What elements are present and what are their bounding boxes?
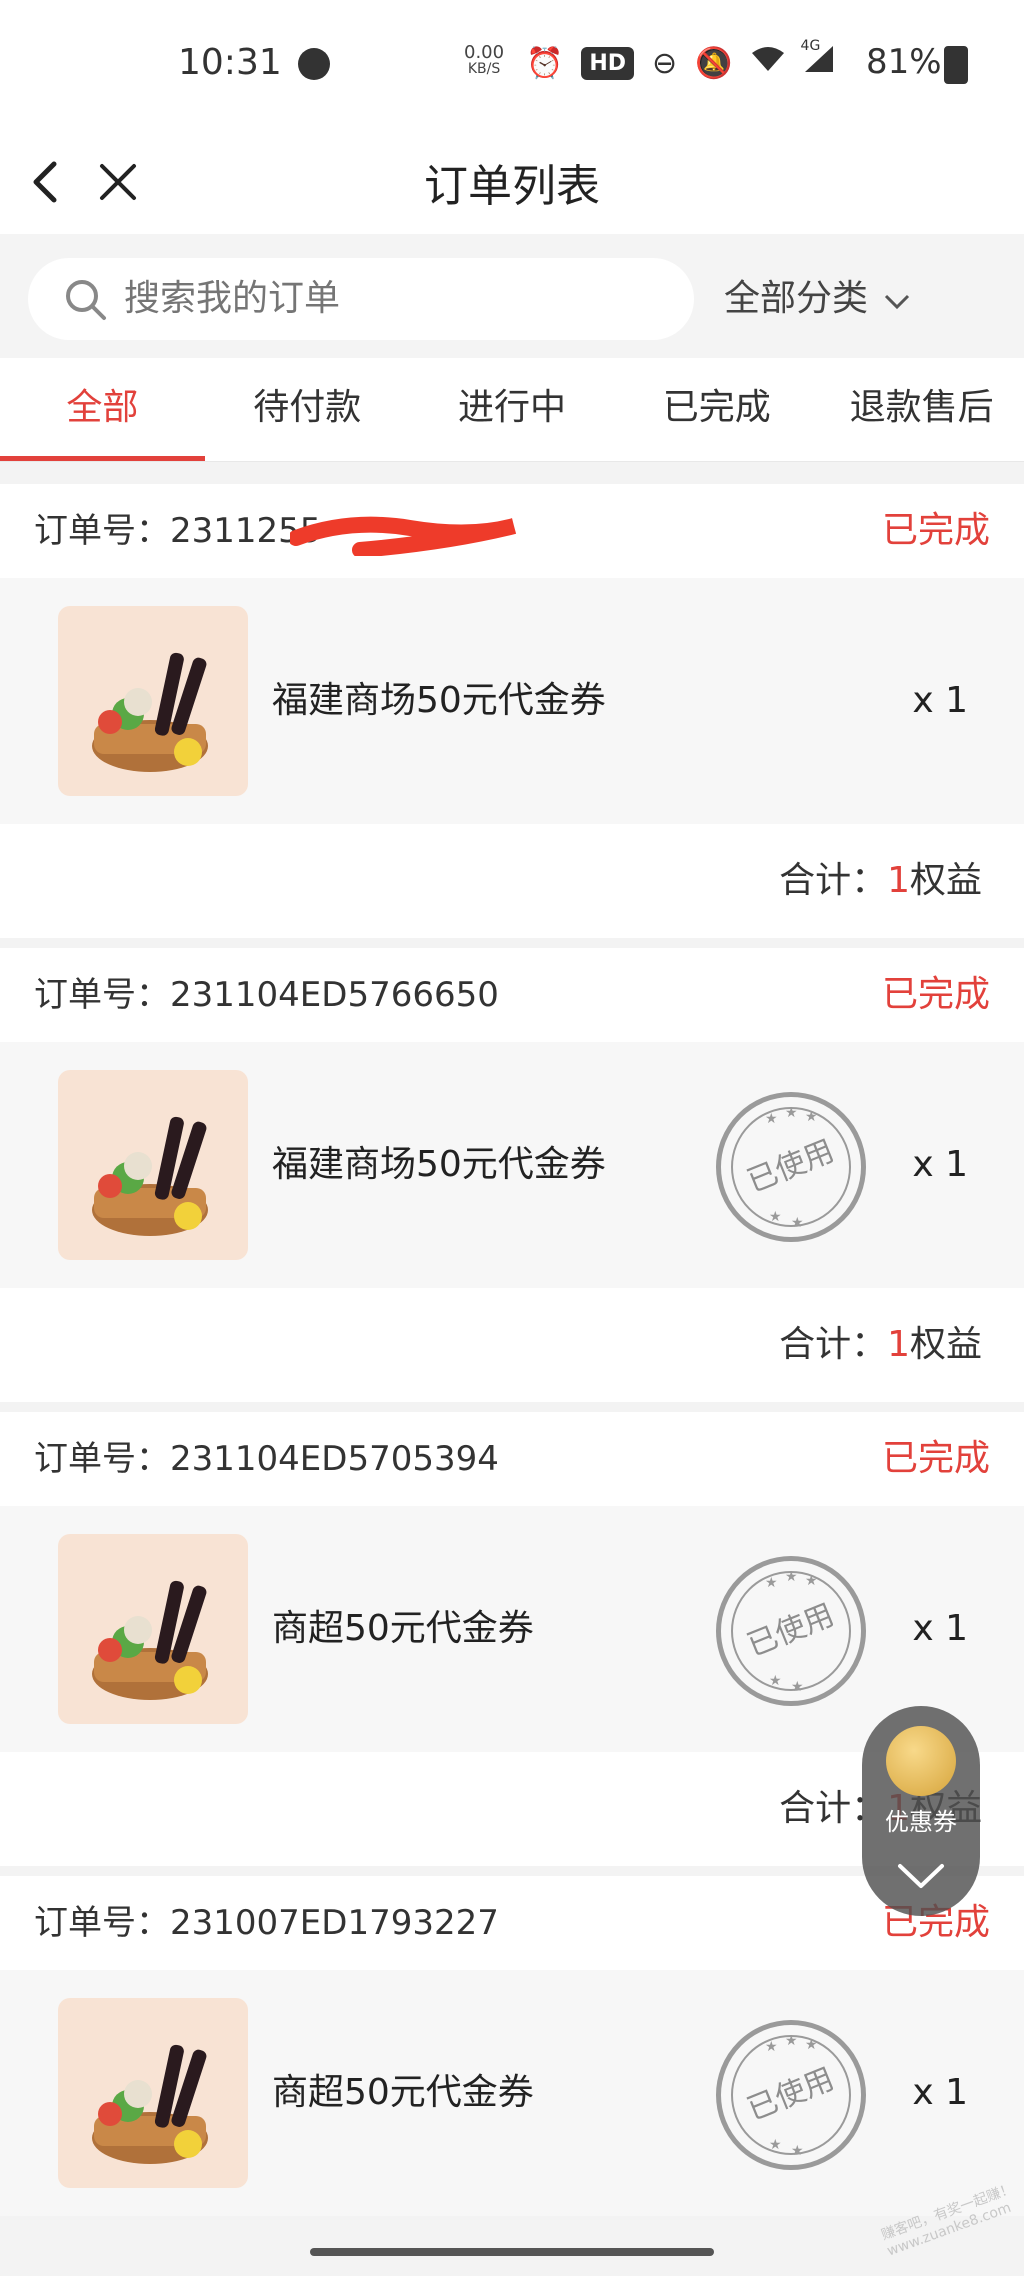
total-label: 合计：: [779, 860, 888, 901]
order-header: 订单号：2311255 已完成: [0, 484, 1024, 578]
hd-badge: HD: [581, 46, 635, 80]
category-label: 全部分类: [724, 278, 869, 319]
tab-all[interactable]: 全部: [0, 358, 205, 461]
chevron-down-float-icon[interactable]: [896, 1856, 946, 1896]
chevron-down-icon: [884, 260, 910, 342]
order-number-label: 订单号：: [34, 1903, 170, 1943]
search-icon: [66, 280, 106, 320]
battery-icon: [944, 46, 968, 84]
redaction-scribble: [290, 516, 517, 556]
status-time: 10:31: [178, 42, 282, 83]
order-card[interactable]: 订单号：231007ED1793227 已完成 商超50元代金券 ★ ★ ★ ★…: [0, 1876, 1024, 2216]
product-thumbnail: [58, 1070, 248, 1260]
net-speed-value: 0.00: [464, 42, 505, 63]
network-type: 4G: [800, 38, 821, 54]
total-number: 1: [887, 860, 910, 901]
alarm-icon: ⏰: [526, 45, 564, 81]
order-number: 订单号：2311255: [34, 484, 321, 578]
home-indicator[interactable]: [310, 2248, 714, 2256]
product-name: 商超50元代金券: [272, 1608, 534, 1649]
order-status: 已完成: [881, 1438, 990, 1479]
product-thumbnail: [58, 1534, 248, 1724]
signal-icon: 4G: [801, 38, 835, 82]
used-stamp: ★ ★ ★ ★ ★ 已使用: [716, 1556, 866, 1706]
total-number: 1: [887, 1324, 910, 1365]
used-stamp-text: 已使用: [742, 2061, 840, 2128]
status-icons: ⏰ HD ⊖ 🔕 4G: [526, 38, 835, 82]
nav-header: 订单列表: [0, 130, 1024, 234]
order-tabs: 全部 待付款 进行中 已完成 退款售后: [0, 358, 1024, 462]
used-stamp: ★ ★ ★ ★ ★ 已使用: [716, 1092, 866, 1242]
order-status: 已完成: [881, 510, 990, 551]
order-total: 合计：1权益: [779, 1288, 982, 1402]
order-card[interactable]: 订单号：231104ED5766650 已完成 福建商场50元代金券 ★ ★ ★…: [0, 948, 1024, 1402]
tab-in-progress[interactable]: 进行中: [410, 358, 615, 461]
order-footer: 合计：1权益: [0, 824, 1024, 938]
total-unit: 权益: [909, 860, 982, 901]
tab-refund[interactable]: 退款售后: [819, 358, 1024, 461]
product-name: 商超50元代金券: [272, 2072, 534, 2113]
order-number-label: 订单号：: [34, 975, 170, 1015]
total-unit: 权益: [909, 1324, 982, 1365]
net-speed-unit: KB/S: [467, 61, 501, 77]
coupon-coin-icon: [886, 1726, 956, 1796]
net-speed: 0.00 KB/S: [464, 44, 504, 78]
product-thumbnail: [58, 606, 248, 796]
order-item[interactable]: 商超50元代金券 ★ ★ ★ ★ ★ 已使用 x 1: [0, 1970, 1024, 2216]
order-status: 已完成: [881, 974, 990, 1015]
category-dropdown[interactable]: 全部分类: [724, 258, 910, 340]
order-number-label: 订单号：: [34, 511, 170, 551]
order-number-value: 231104ED5766650: [170, 975, 499, 1015]
search-input[interactable]: [124, 258, 664, 340]
product-quantity: x 1: [912, 680, 968, 721]
order-footer: 合计：1权益: [0, 1288, 1024, 1402]
order-header: 订单号：231104ED5766650 已完成: [0, 948, 1024, 1042]
search-row: 全部分类: [0, 234, 1024, 358]
product-name: 福建商场50元代金券: [272, 680, 606, 721]
order-number: 订单号：231104ED5766650: [34, 948, 499, 1042]
order-number-value: 231104ED5705394: [170, 1439, 499, 1479]
product-name: 福建商场50元代金券: [272, 1144, 606, 1185]
order-item[interactable]: 商超50元代金券 ★ ★ ★ ★ ★ 已使用 x 1: [0, 1506, 1024, 1752]
coupon-float-widget[interactable]: 优惠券: [862, 1706, 980, 1916]
total-label: 合计：: [779, 1324, 888, 1365]
tab-completed[interactable]: 已完成: [614, 358, 819, 461]
bell-off-icon: 🔕: [695, 45, 733, 81]
order-number-value: 231007ED1793227: [170, 1903, 499, 1943]
battery-percent: 81%: [866, 42, 942, 82]
order-item[interactable]: 福建商场50元代金券 ★ ★ ★ ★ ★ 已使用 x 1: [0, 1042, 1024, 1288]
wifi-icon: [751, 45, 785, 81]
used-stamp-text: 已使用: [742, 1133, 840, 1200]
used-stamp: ★ ★ ★ ★ ★ 已使用: [716, 2020, 866, 2170]
product-quantity: x 1: [912, 2072, 968, 2113]
product-quantity: x 1: [912, 1144, 968, 1185]
order-header: 订单号：231104ED5705394 已完成: [0, 1412, 1024, 1506]
order-number-label: 订单号：: [34, 1439, 170, 1479]
order-number: 订单号：231007ED1793227: [34, 1876, 499, 1970]
used-stamp-text: 已使用: [742, 1597, 840, 1664]
do-not-disturb-icon: ⊖: [652, 45, 678, 81]
order-card[interactable]: 订单号：2311255 已完成 福建商场50元代金券 x 1 合计：1权益: [0, 484, 1024, 938]
order-header: 订单号：231007ED1793227 已完成: [0, 1876, 1024, 1970]
coupon-float-label: 优惠券: [885, 1808, 957, 1836]
search-box[interactable]: [28, 258, 694, 340]
order-item[interactable]: 福建商场50元代金券 x 1: [0, 578, 1024, 824]
status-bar: 10:31 0.00 KB/S ⏰ HD ⊖ 🔕 4G 81%: [0, 0, 1024, 130]
tab-pending-payment[interactable]: 待付款: [205, 358, 410, 461]
page-title: 订单列表: [424, 161, 600, 212]
order-number: 订单号：231104ED5705394: [34, 1412, 499, 1506]
product-thumbnail: [58, 1998, 248, 2188]
message-icon: [298, 48, 330, 80]
order-total: 合计：1权益: [779, 824, 982, 938]
